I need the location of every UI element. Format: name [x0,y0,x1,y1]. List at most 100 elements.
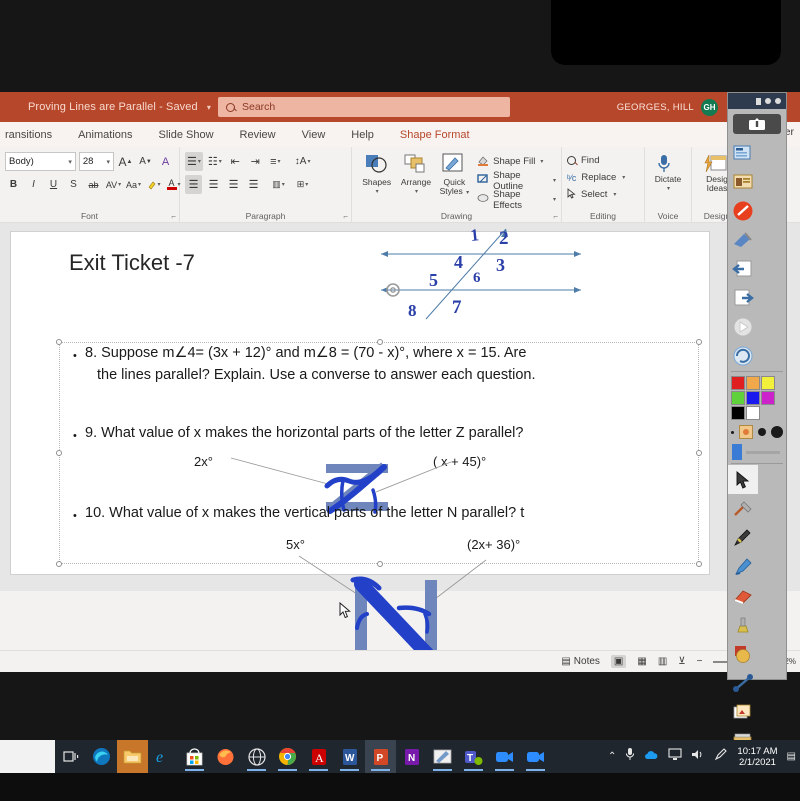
resize-handle-ml[interactable] [56,450,62,456]
microsoft-store-button[interactable] [179,740,210,773]
shadow-button[interactable]: S [65,175,82,194]
text-highlight-button[interactable]: ▾ [145,175,162,194]
resize-handle-bl[interactable] [56,561,62,567]
zoom-button-2[interactable] [520,740,551,773]
notes-button[interactable]: ▤ Notes [561,656,600,667]
document-title[interactable]: Proving Lines are Parallel - Saved ▾ [28,101,211,113]
capture-button[interactable] [728,225,758,254]
dictate-button[interactable]: Dictate ▾ [647,152,689,192]
shape-effects-button[interactable]: Shape Effects ▾ [477,189,556,211]
resize-handle-tl[interactable] [56,339,62,345]
powerpoint-button[interactable]: P [365,740,396,773]
line-width-track[interactable] [746,450,780,454]
internet-explorer-button[interactable]: e [148,740,179,773]
resize-handle-mr[interactable] [696,450,702,456]
color-swatch-magenta[interactable] [760,390,775,405]
italic-button[interactable]: I [25,175,42,194]
character-spacing-button[interactable]: AV ▾ [105,175,122,194]
chrome-button[interactable] [272,740,303,773]
font-size-combo[interactable]: 28 ▾ [78,152,114,171]
font-name-combo[interactable]: Body) ▾ [5,152,76,171]
align-center-button[interactable]: ☰ [205,175,222,194]
zoom-button[interactable] [489,740,520,773]
question-8-text[interactable]: 8. Suppose m∠4= (3x + 12)° and m∠8 = (70… [85,342,685,386]
tab-slide-show[interactable]: Slide Show [146,129,227,141]
select-button[interactable]: Select ▾ [567,186,639,203]
text-direction-button[interactable]: ↕A ▾ [293,152,313,171]
question-10-text[interactable]: 10. What value of x makes the vertical p… [85,502,700,524]
tab-view[interactable]: View [289,129,339,141]
show-hidden-icons-button[interactable]: ⌃ [608,751,616,762]
taskbar[interactable]: e A W P N T ⌃ 10:17 AM 2/1/2021 ▤ [0,740,800,773]
word-button[interactable]: W [334,740,365,773]
tab-shape-format[interactable]: Shape Format [387,129,483,141]
next-page-button[interactable] [728,283,758,312]
line-width-indicator[interactable] [732,444,742,460]
volume-tray-icon[interactable] [691,748,705,766]
cursor-tool-button[interactable] [728,465,758,494]
task-view-button[interactable] [55,740,86,773]
avatar[interactable]: GH [701,99,718,116]
line-tool-button[interactable] [728,668,758,697]
resize-handle-br[interactable] [696,561,702,567]
shape-outline-button[interactable]: Shape Outline ▾ [477,170,556,192]
decrease-indent-button[interactable]: ⇤ [227,152,244,171]
firefox-button[interactable] [210,740,241,773]
increase-font-size-button[interactable]: A ▲ [117,152,134,171]
color-swatch-yellow[interactable] [760,375,775,390]
drawing-dialog-launcher[interactable]: ⌐ [553,212,558,221]
pen-tray-icon[interactable] [714,747,728,766]
search-input[interactable]: Search [218,97,510,117]
previous-page-button[interactable] [728,254,758,283]
numbering-button[interactable]: ☷ ▾ [206,152,224,171]
microphone-tray-icon[interactable] [625,747,635,766]
settings-icon[interactable] [765,98,771,104]
taskbar-clock[interactable]: 10:17 AM 2/1/2021 [737,746,777,768]
pen-size-medium[interactable] [758,428,767,436]
font-dialog-launcher[interactable]: ⌐ [171,212,176,221]
align-justify-button[interactable]: ☰ [245,175,262,194]
color-swatch-green[interactable] [730,390,745,405]
pen-size-selected[interactable] [738,425,753,439]
adobe-reader-button[interactable]: A [303,740,334,773]
tab-transitions[interactable]: ransitions [0,129,65,141]
teams-button[interactable]: T [458,740,489,773]
share-export-button[interactable] [733,114,781,134]
file-explorer-button[interactable] [117,740,148,773]
reading-view-button[interactable]: ▥ [658,656,667,667]
shape-tool-button[interactable] [728,639,758,668]
browser-globe-button[interactable] [241,740,272,773]
color-swatch-blue[interactable] [745,390,760,405]
slideshow-button[interactable]: ⊻ [678,656,685,667]
chevron-down-icon[interactable]: ▾ [207,103,211,112]
find-button[interactable]: Find [567,152,639,169]
annotation-toolbar-titlebar[interactable] [728,93,786,109]
display-tray-icon[interactable] [668,747,682,766]
stamp-tool-button[interactable] [728,610,758,639]
slide-sorter-button[interactable]: ▦ [637,656,646,667]
color-swatch-white[interactable] [745,405,760,420]
stop-record-button[interactable] [728,196,758,225]
underline-button[interactable]: U [45,175,62,194]
normal-view-button[interactable]: ▣ [610,655,627,668]
decrease-font-size-button[interactable]: A ▼ [137,152,154,171]
color-swatch-black[interactable] [730,405,745,420]
slide-canvas[interactable]: Exit Ticket -7 1 2 4 3 5 6 7 8 • 8. Supp… [10,225,710,666]
shape-fill-button[interactable]: Shape Fill ▾ [477,153,556,170]
color-swatch-orange[interactable] [745,375,760,390]
pen-tool-button[interactable] [728,523,758,552]
increase-indent-button[interactable]: ⇥ [247,152,264,171]
slide-editing-area[interactable]: Exit Ticket -7 1 2 4 3 5 6 7 8 • 8. Supp… [0,223,800,666]
quick-styles-button[interactable]: Quick Styles ▾ [436,151,473,198]
page-title[interactable]: Exit Ticket -7 [69,250,195,276]
onedrive-tray-icon[interactable] [644,748,659,766]
onenote-button[interactable]: N [396,740,427,773]
bullets-button[interactable]: ☰ ▾ [185,152,203,171]
question-9-text[interactable]: 9. What value of x makes the horizontal … [85,422,695,444]
edge-button[interactable] [86,740,117,773]
change-case-button[interactable]: Aa ▾ [125,175,142,194]
eraser-tool-button[interactable] [728,581,758,610]
start-area[interactable] [0,740,55,773]
annotation-toolbar[interactable] [727,92,787,801]
align-right-button[interactable]: ☰ [225,175,242,194]
